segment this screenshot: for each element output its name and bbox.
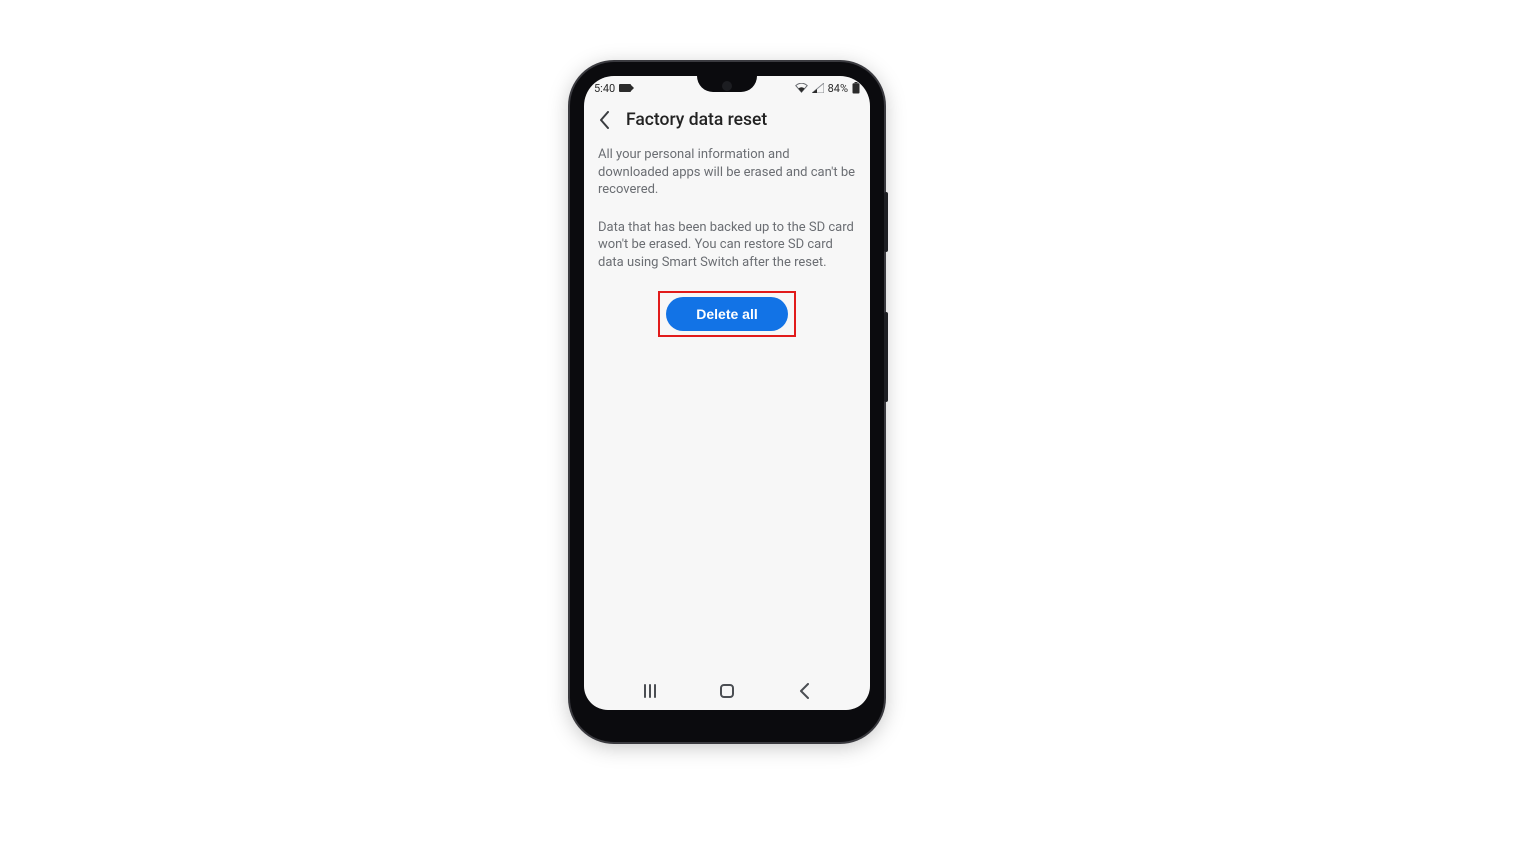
- back-icon[interactable]: [594, 110, 614, 130]
- stage: 5:40 84%: [0, 0, 1536, 864]
- signal-icon: [812, 83, 824, 93]
- delete-all-button[interactable]: Delete all: [666, 297, 788, 331]
- status-time: 5:40: [594, 82, 615, 95]
- app-header: Factory data reset: [584, 100, 870, 142]
- info-paragraph-1: All your personal information and downlo…: [598, 146, 856, 199]
- phone-frame: 5:40 84%: [570, 62, 884, 742]
- page-title: Factory data reset: [626, 110, 767, 130]
- info-paragraph-2: Data that has been backed up to the SD c…: [598, 219, 856, 272]
- phone-notch: [697, 76, 757, 92]
- action-wrap: Delete all: [584, 291, 870, 337]
- status-battery-text: 84%: [828, 82, 848, 95]
- nav-recents-icon[interactable]: [644, 684, 656, 698]
- video-recording-icon: [619, 84, 631, 92]
- phone-side-button: [884, 192, 888, 252]
- tutorial-highlight-box: Delete all: [658, 291, 796, 337]
- status-left: 5:40: [594, 82, 631, 95]
- status-right: 84%: [795, 82, 860, 95]
- android-nav-bar: [584, 672, 870, 710]
- phone-screen: 5:40 84%: [584, 76, 870, 710]
- battery-icon: [852, 82, 860, 94]
- body-copy: All your personal information and downlo…: [584, 142, 870, 271]
- nav-home-icon[interactable]: [720, 684, 734, 698]
- wifi-icon: [795, 83, 808, 93]
- nav-back-icon[interactable]: [799, 683, 810, 699]
- phone-side-button: [884, 312, 888, 402]
